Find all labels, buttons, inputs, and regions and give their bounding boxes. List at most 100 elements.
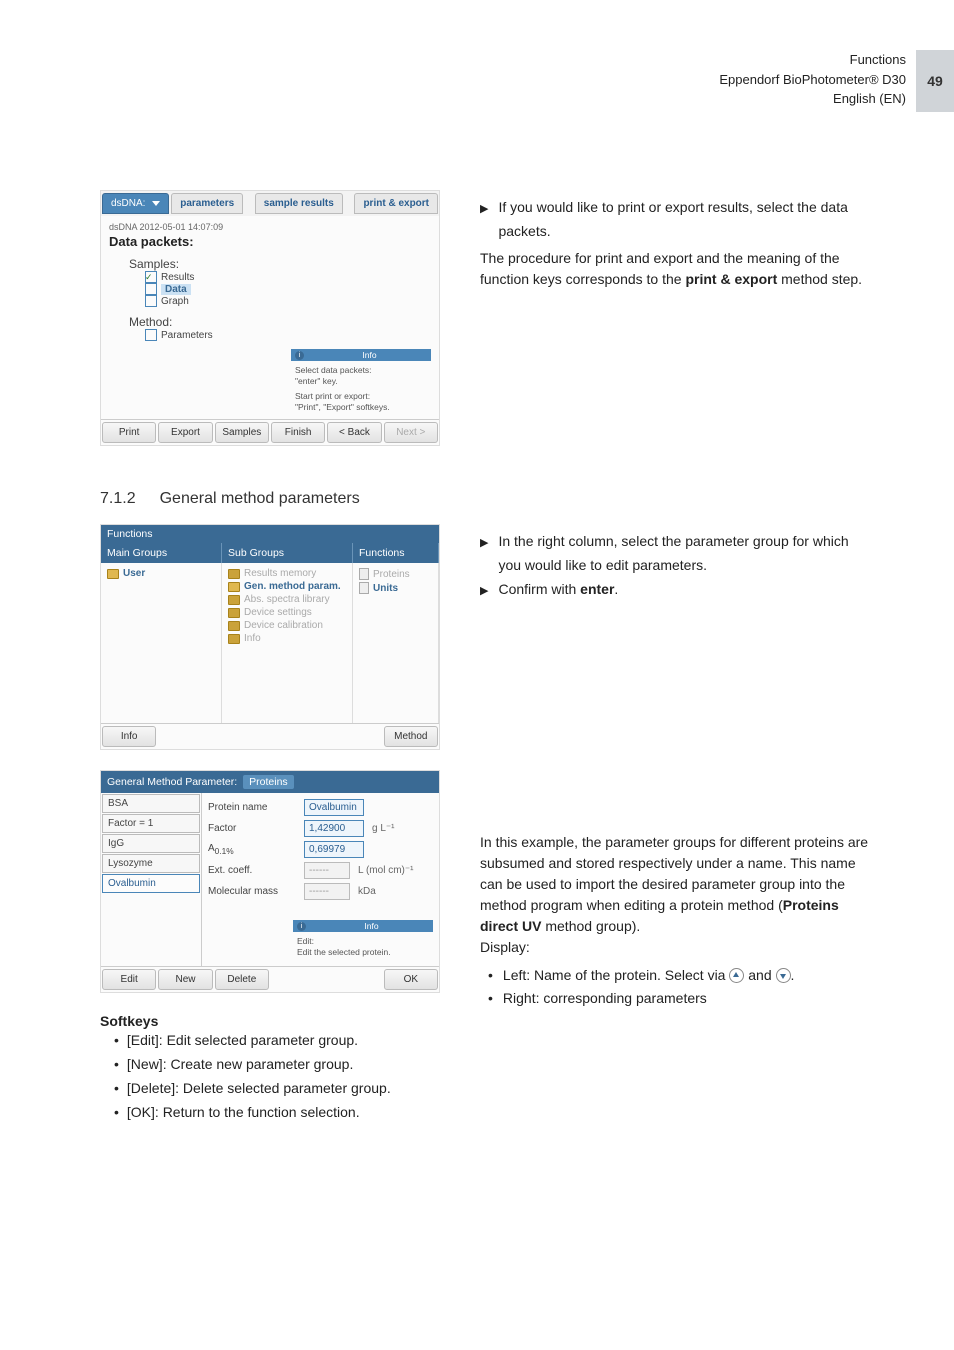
func-proteins[interactable]: Proteins [373,569,410,580]
sub-gen-method[interactable]: Gen. method param. [244,581,341,592]
triangle-bullet-icon: ▶ [480,578,488,602]
gmp-softkey-ok[interactable]: OK [384,969,438,990]
softkey-samples[interactable]: Samples [215,422,269,443]
param-a01-label: A0.1% [208,843,296,856]
results-item: Results [161,272,194,283]
gmp-info-box: i Info Edit: Edit the selected protein. [293,920,433,962]
softkeys-heading: Softkeys [100,1013,440,1029]
param-name-value[interactable]: Ovalbumin [304,799,364,816]
col-functions: Functions [353,543,439,563]
checkbox-data[interactable] [145,283,157,295]
data-packets-label: Data packets: [109,234,431,249]
protein-bsa[interactable]: BSA [102,794,200,813]
folder-icon [228,595,240,605]
protein-igg[interactable]: IgG [102,834,200,853]
tab-method-name[interactable]: dsDNA: [102,193,169,214]
section-title: General method parameters [160,490,360,508]
folder-icon [228,582,240,592]
info-line1: Select data packets: [295,365,427,376]
gmp-softkey-delete[interactable]: Delete [215,969,269,990]
tab-method-name-label: dsDNA: [111,198,145,209]
checkbox-parameters[interactable] [145,329,157,341]
method-label: Method: [129,315,172,329]
softkey-desc-ok: [OK]: Return to the function selection. [127,1104,360,1120]
softkey-back[interactable]: < Back [327,422,381,443]
main-user[interactable]: User [123,568,145,579]
softkey-next[interactable]: Next > [384,422,438,443]
sub-info[interactable]: Info [244,633,261,644]
section-num: 7.1.2 [100,490,136,508]
gmp-softkey-new[interactable]: New [158,969,212,990]
samples-label: Samples: [129,257,179,271]
folder-icon [228,569,240,579]
info-line2: "enter" key. [295,376,427,387]
print-export-screenshot: dsDNA: parameters sample results print &… [100,190,440,446]
triangle-bullet-icon: ▶ [480,196,488,244]
param-factor-value[interactable]: 1,42900 [304,820,364,837]
softkey-method[interactable]: Method [384,726,438,747]
param-mm-label: Molecular mass [208,886,296,897]
proc-text-b: print & export [685,271,777,287]
display-right-line: Right: corresponding parameters [488,987,874,1011]
softkey-desc-new: [New]: Create new parameter group. [127,1056,353,1072]
folder-icon [107,569,119,579]
param-mm-value[interactable]: ------ [304,883,350,900]
display-label: Display: [480,937,874,958]
softkeys-description: [Edit]: Edit selected parameter group. [… [100,1029,440,1124]
page-number-badge: 49 [916,50,954,112]
gmp-softkey-edit[interactable]: Edit [102,969,156,990]
folder-icon [228,621,240,631]
document-icon [359,568,369,580]
sub-device-calibration[interactable]: Device calibration [244,620,323,631]
triangle-bullet-icon: ▶ [480,530,488,578]
protein-lysozyme[interactable]: Lysozyme [102,854,200,873]
softkey-print[interactable]: Print [102,422,156,443]
protein-factor1[interactable]: Factor = 1 [102,814,200,833]
functions-screenshot: Functions Main Groups Sub Groups Functio… [100,524,440,750]
col-sub-groups: Sub Groups [222,543,353,563]
softkey-desc-edit: [Edit]: Edit selected parameter group. [127,1032,358,1048]
sub-abs-spectra[interactable]: Abs. spectra library [244,594,330,605]
tab-parameters[interactable]: parameters [171,193,243,214]
proc-text-c: method step. [777,271,862,287]
document-icon [359,582,369,594]
info-icon: i [295,351,304,360]
section-712-heading: 7.1.2 General method parameters [100,490,874,508]
func-units[interactable]: Units [373,583,398,594]
info-box: i Info Select data packets: "enter" key.… [291,349,431,417]
info-header: Info [308,350,431,360]
checkbox-results[interactable] [145,271,157,283]
sub-results-memory[interactable]: Results memory [244,568,316,579]
param-ext-value[interactable]: ------ [304,862,350,879]
step-print-export: If you would like to print or export res… [498,196,874,244]
checkbox-graph[interactable] [145,295,157,307]
param-name-label: Protein name [208,802,296,813]
param-ext-label: Ext. coeff. [208,865,296,876]
gmp-title-bar: General Method Parameter: Proteins [101,771,439,793]
step-select-group: In the right column, select the paramete… [498,530,874,578]
sub-device-settings[interactable]: Device settings [244,607,312,618]
display-left-line: Left: Name of the protein. Select via an… [488,964,874,988]
page-header: Functions Eppendorf BioPhotometer® D30 E… [719,50,906,109]
softkey-info[interactable]: Info [102,726,156,747]
gmp-info-header: Info [310,921,433,931]
chevron-down-icon [152,201,160,206]
param-a01-value[interactable]: 0,69979 [304,841,364,858]
param-factor-unit: g L⁻¹ [372,823,395,834]
protein-list: BSA Factor = 1 IgG Lysozyme Ovalbumin [101,793,202,966]
functions-title: Functions [101,525,439,543]
softkey-export[interactable]: Export [158,422,212,443]
step-confirm-enter: Confirm with enter. [498,578,618,602]
tab-print-export[interactable]: print & export [354,193,438,214]
softkey-finish[interactable]: Finish [271,422,325,443]
protein-ovalbumin[interactable]: Ovalbumin [102,874,200,893]
folder-icon [228,608,240,618]
protein-params: Protein name Ovalbumin Factor 1,42900 g … [202,793,439,966]
graph-item: Graph [161,296,189,307]
data-item: Data [161,284,191,295]
col-main-groups: Main Groups [101,543,222,563]
tab-sample-results[interactable]: sample results [255,193,343,214]
softkey-desc-delete: [Delete]: Delete selected parameter grou… [127,1080,391,1096]
param-ext-unit: L (mol cm)⁻¹ [358,865,413,876]
folder-icon [228,634,240,644]
